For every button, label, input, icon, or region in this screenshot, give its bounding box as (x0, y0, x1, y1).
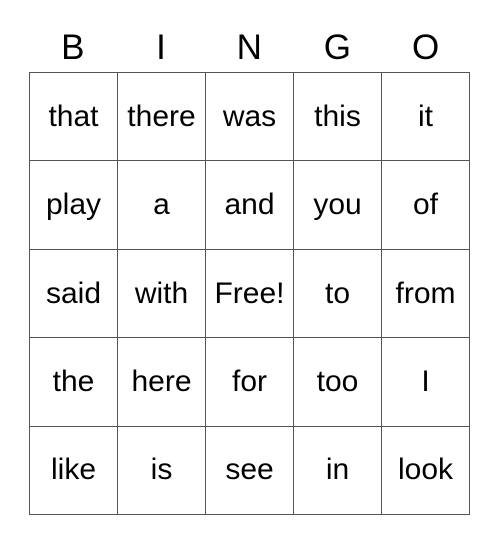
bingo-cell-label: and (224, 188, 275, 222)
bingo-row: said with Free! to from (30, 249, 470, 339)
bingo-cell-label: was (222, 99, 277, 133)
bingo-free-space-label: Free! (214, 276, 285, 310)
bingo-row: the here for too I (30, 338, 470, 427)
bingo-cell[interactable]: with (118, 249, 206, 339)
bingo-cell[interactable]: to (294, 249, 382, 339)
bingo-cell-label: like (50, 453, 96, 487)
bingo-cell-label: too (316, 364, 359, 398)
bingo-cell[interactable]: said (30, 249, 118, 339)
bingo-cell-label: with (134, 276, 189, 310)
bingo-cell[interactable]: was (206, 73, 294, 162)
bingo-cell[interactable]: for (206, 338, 294, 427)
bingo-cell-label: to (324, 276, 351, 310)
bingo-cell[interactable]: like (30, 426, 118, 516)
bingo-cell[interactable]: see (206, 426, 294, 516)
bingo-cell[interactable]: play (30, 161, 118, 250)
bingo-cell[interactable]: there (118, 73, 206, 162)
bingo-cell[interactable]: of (382, 161, 470, 250)
bingo-cell[interactable]: here (118, 338, 206, 427)
bingo-header-letter-b: B (61, 28, 86, 67)
bingo-grid: that there was this it play a and you of… (29, 72, 470, 516)
bingo-row: that there was this it (30, 73, 470, 162)
bingo-cell-label: of (412, 188, 439, 222)
bingo-cell-label: you (313, 188, 362, 222)
bingo-cell[interactable]: look (382, 426, 470, 516)
bingo-cell[interactable]: that (30, 73, 118, 162)
bingo-free-space-cell[interactable]: Free! (206, 249, 294, 339)
bingo-cell[interactable]: is (118, 426, 206, 516)
bingo-cell[interactable]: you (294, 161, 382, 250)
bingo-cell-label: it (418, 99, 433, 133)
bingo-cell-label: for (231, 364, 267, 398)
bingo-cell-label: look (397, 453, 454, 487)
bingo-cell[interactable]: I (382, 338, 470, 427)
bingo-row: play a and you of (30, 161, 470, 250)
bingo-cell-label: from (395, 276, 456, 310)
bingo-cell-label: here (131, 364, 192, 398)
bingo-header-letter-o: O (411, 28, 440, 67)
bingo-cell[interactable]: and (206, 161, 294, 250)
bingo-cell-label: this (314, 99, 361, 133)
bingo-cell[interactable]: too (294, 338, 382, 427)
bingo-cell-label: said (45, 276, 102, 310)
bingo-cell-label: see (225, 453, 274, 487)
bingo-cell[interactable]: from (382, 249, 470, 339)
bingo-cell-label: the (52, 364, 95, 398)
bingo-cell[interactable]: it (382, 73, 470, 162)
bingo-header-letter-i: I (156, 28, 167, 67)
bingo-cell-label: there (127, 99, 196, 133)
bingo-header-letter-n: N (236, 28, 263, 67)
bingo-cell[interactable]: in (294, 426, 382, 516)
bingo-header-row: B I N G O (29, 23, 470, 72)
bingo-cell[interactable]: the (30, 338, 118, 427)
bingo-row: like is see in look (30, 426, 470, 516)
bingo-cell[interactable]: a (118, 161, 206, 250)
bingo-cell-label: play (45, 188, 102, 222)
bingo-cell-label: I (421, 364, 430, 398)
bingo-cell[interactable]: this (294, 73, 382, 162)
bingo-header-letter-g: G (323, 28, 352, 67)
bingo-cell-label: is (150, 453, 173, 487)
bingo-cell-label: in (325, 453, 350, 487)
bingo-card: B I N G O that there was this it play a … (0, 0, 500, 544)
bingo-cell-label: that (48, 99, 99, 133)
bingo-cell-label: a (153, 188, 170, 222)
